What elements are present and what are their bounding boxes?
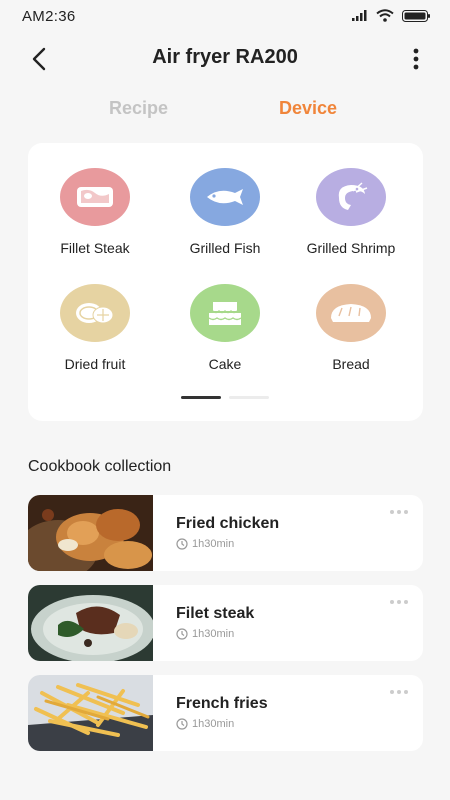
category-icon-circle <box>60 284 130 342</box>
category-icon-circle <box>316 284 386 342</box>
recipe-time-text: 1h30min <box>192 538 235 550</box>
more-options-button[interactable] <box>410 46 422 72</box>
category-label: Fillet Steak <box>60 240 130 256</box>
cookbook-item-fried-chicken[interactable]: Fried chicken 1h30min <box>28 495 423 571</box>
category-cake[interactable]: Cake <box>162 284 288 384</box>
category-icon-circle <box>190 168 260 226</box>
status-time: AM2:36 <box>22 8 76 25</box>
more-horizontal-button[interactable] <box>389 503 409 514</box>
shrimp-icon <box>338 182 368 210</box>
recipe-duration: 1h30min <box>176 718 234 730</box>
more-horizontal-button[interactable] <box>389 593 409 604</box>
more-horizontal-icon <box>390 600 408 604</box>
more-horizontal-icon <box>390 510 408 514</box>
category-icon-circle <box>190 284 260 342</box>
clock-icon <box>176 718 188 730</box>
recipe-time-text: 1h30min <box>192 628 235 640</box>
status-bar: AM2:36 <box>0 0 450 34</box>
recipe-thumbnail <box>28 585 153 661</box>
category-dried-fruit[interactable]: Dried fruit <box>32 284 158 384</box>
dried-fruit-icon <box>76 303 114 324</box>
category-grilled-shrimp[interactable]: Grilled Shrimp <box>288 168 414 268</box>
steak-icon <box>77 187 113 207</box>
tab-device[interactable]: Device <box>279 98 337 119</box>
wifi-icon <box>376 9 394 22</box>
status-icons <box>352 9 430 22</box>
category-icon-circle <box>316 168 386 226</box>
page-title: Air fryer RA200 <box>152 46 298 68</box>
category-label: Bread <box>332 356 370 372</box>
clock-icon <box>176 538 188 550</box>
category-label: Grilled Fish <box>189 240 261 256</box>
fish-icon <box>207 189 243 205</box>
category-grilled-fish[interactable]: Grilled Fish <box>162 168 288 268</box>
page-dot-active <box>181 396 221 399</box>
page-dot <box>229 396 269 399</box>
header: Air fryer RA200 <box>0 38 450 80</box>
more-horizontal-button[interactable] <box>389 683 409 694</box>
cookbook-item-filet-steak[interactable]: Filet steak 1h30min <box>28 585 423 661</box>
category-icon-circle <box>60 168 130 226</box>
recipe-time-text: 1h30min <box>192 718 235 730</box>
recipe-duration: 1h30min <box>176 538 234 550</box>
clock-icon <box>176 628 188 640</box>
category-bread[interactable]: Bread <box>288 284 414 384</box>
tab-recipe[interactable]: Recipe <box>109 98 168 119</box>
category-label: Cake <box>208 356 242 372</box>
category-fillet-steak[interactable]: Fillet Steak <box>32 168 158 268</box>
category-grid: Fillet Steak Grilled Fish Grilled Shrimp <box>28 143 423 421</box>
recipe-thumbnail <box>28 675 153 751</box>
category-label: Grilled Shrimp <box>306 240 396 256</box>
section-title-cookbook: Cookbook collection <box>28 458 172 475</box>
bread-icon <box>331 304 371 322</box>
recipe-name: Filet steak <box>176 605 255 622</box>
category-label: Dried fruit <box>64 356 126 372</box>
more-horizontal-icon <box>390 690 408 694</box>
battery-icon <box>402 9 430 22</box>
recipe-thumbnail <box>28 495 153 571</box>
recipe-duration: 1h30min <box>176 628 234 640</box>
tab-bar: Recipe Device <box>0 98 450 128</box>
recipe-name: Fried chicken <box>176 515 280 532</box>
cake-icon <box>208 302 242 325</box>
page-indicator <box>28 396 423 400</box>
signal-icon <box>352 10 367 21</box>
recipe-name: French fries <box>176 695 268 712</box>
more-vertical-icon <box>413 48 419 70</box>
cookbook-item-french-fries[interactable]: French fries 1h30min <box>28 675 423 751</box>
